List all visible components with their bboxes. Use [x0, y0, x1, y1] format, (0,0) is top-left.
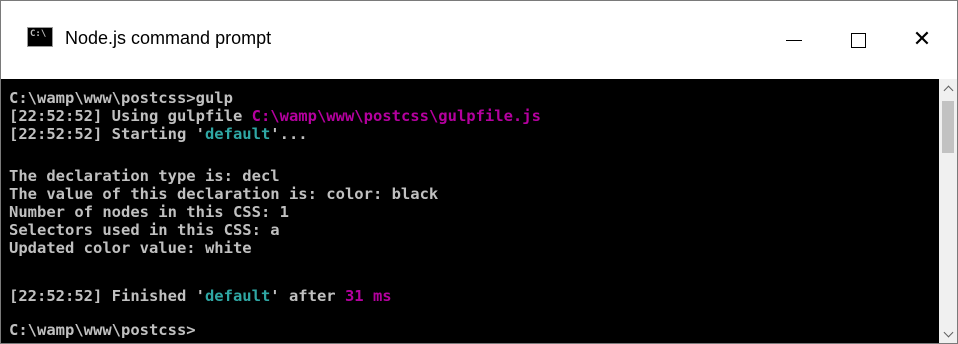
chevron-down-icon [943, 327, 953, 337]
console-line: [22:52:52] Starting 'default'... [9, 125, 308, 143]
minimize-button[interactable] [763, 1, 825, 79]
console-output[interactable]: C:\wamp\www\postcss>gulp [22:52:52] Usin… [1, 79, 939, 343]
scrollbar-thumb[interactable] [942, 101, 954, 153]
elapsed-time: 31 ms [344, 287, 392, 305]
console-icon-glyph: C:\ [30, 29, 47, 39]
console-line: Selectors used in this CSS: a [9, 221, 280, 239]
title-bar[interactable]: C:\ Node.js command prompt ✕ [1, 1, 957, 79]
command-prompt-window: C:\ Node.js command prompt ✕ C:\wamp\www… [0, 0, 958, 344]
console-line: [22:52:52] Finished 'default' after 31 m… [9, 287, 392, 305]
gulpfile-path: C:\wamp\www\postcss\gulpfile.js [251, 107, 541, 125]
scroll-up-button[interactable] [939, 79, 957, 97]
console-line: Number of nodes in this CSS: 1 [9, 203, 289, 221]
console-line: Updated color value: white [9, 239, 252, 257]
close-button[interactable]: ✕ [891, 1, 953, 79]
close-icon: ✕ [912, 27, 932, 52]
chevron-up-icon [943, 85, 953, 95]
console-line: The declaration type is: decl [9, 167, 280, 185]
task-name: default [204, 125, 271, 143]
console-line: C:\wamp\www\postcss>gulp [9, 89, 233, 107]
scroll-down-button[interactable] [939, 325, 957, 343]
console-line: The value of this declaration is: color:… [9, 185, 439, 203]
console-icon[interactable]: C:\ [27, 27, 53, 47]
console-line: [22:52:52] Using gulpfile C:\wamp\www\po… [9, 107, 541, 125]
maximize-icon [850, 32, 866, 48]
window-title: Node.js command prompt [65, 28, 272, 48]
task-name: default [204, 287, 271, 305]
vertical-scrollbar[interactable] [939, 79, 957, 343]
maximize-button[interactable] [827, 1, 889, 79]
console-prompt-line: C:\wamp\www\postcss> [9, 321, 196, 339]
minimize-icon [786, 39, 802, 41]
